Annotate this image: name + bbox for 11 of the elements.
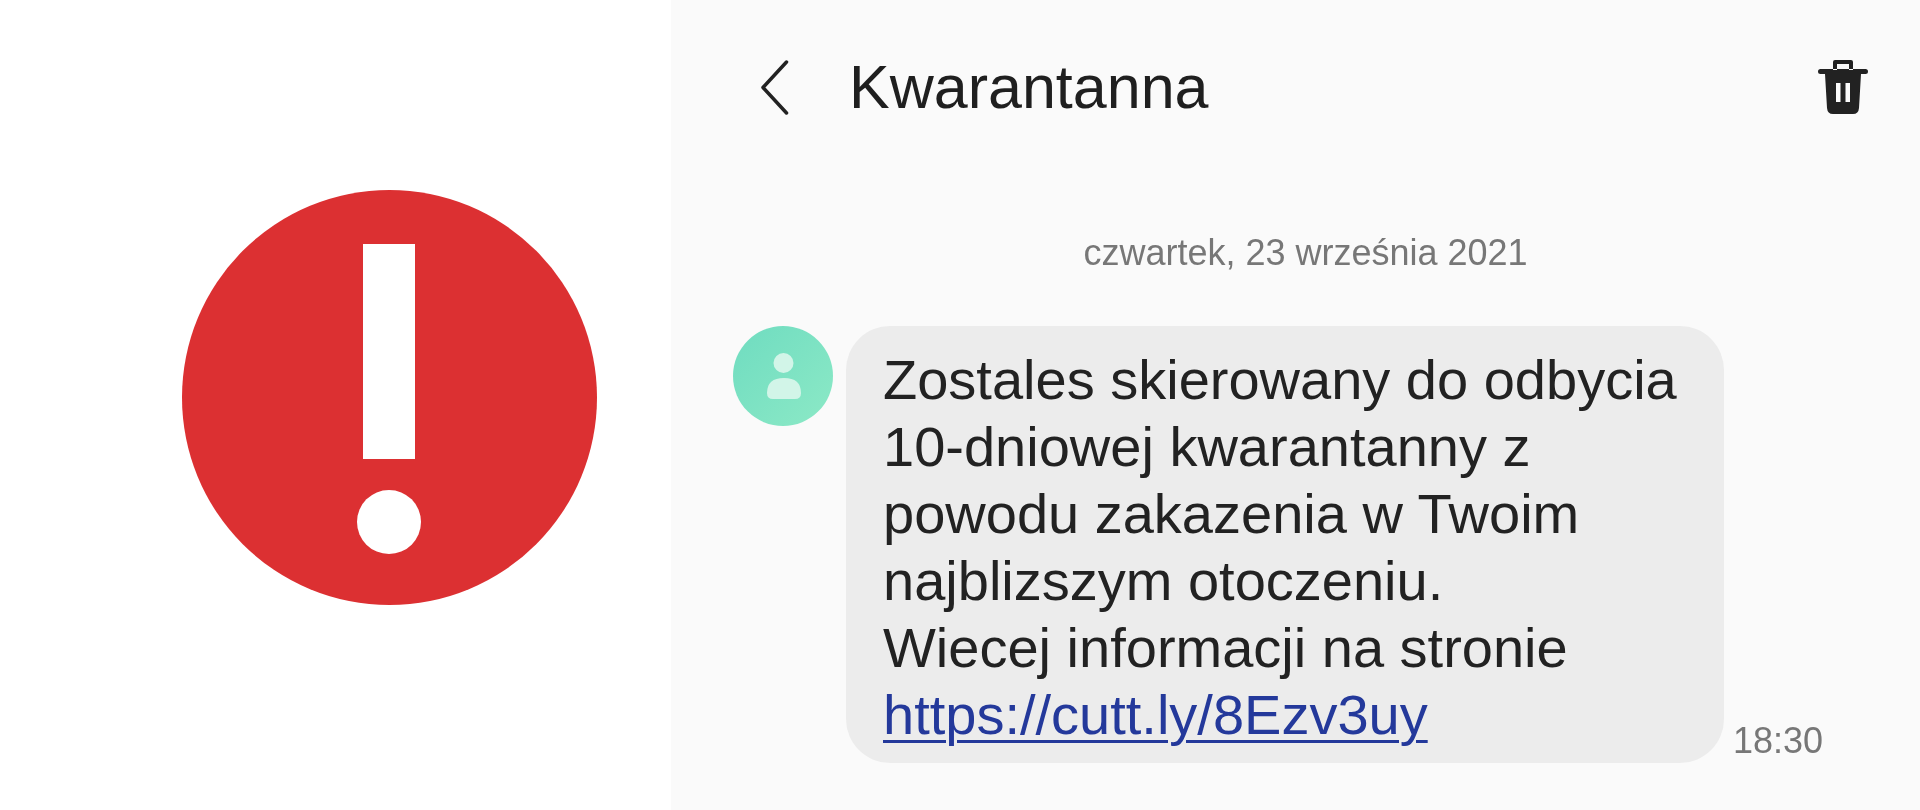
conversation-title: Kwarantanna: [849, 56, 1209, 118]
trash-icon: [1818, 60, 1868, 114]
back-button[interactable]: [760, 59, 789, 115]
message-time: 18:30: [1733, 723, 1824, 759]
message-link[interactable]: https://cutt.ly/8Ezv3uy: [883, 683, 1428, 746]
message-date: czwartek, 23 września 2021: [1083, 235, 1528, 271]
exclamation-icon: [182, 190, 597, 605]
message-text: Zostales skierowany do odbycia 10-dniowej kwarantanny z powodu zakazenia w Twoim najblizszym otoczeniu. Wiecej informacji na stronie https://cutt.ly/8Ezv3uy: [883, 347, 1678, 748]
avatar-icon: [733, 326, 833, 426]
delete-button[interactable]: [1818, 60, 1868, 114]
back-icon: [760, 59, 789, 115]
